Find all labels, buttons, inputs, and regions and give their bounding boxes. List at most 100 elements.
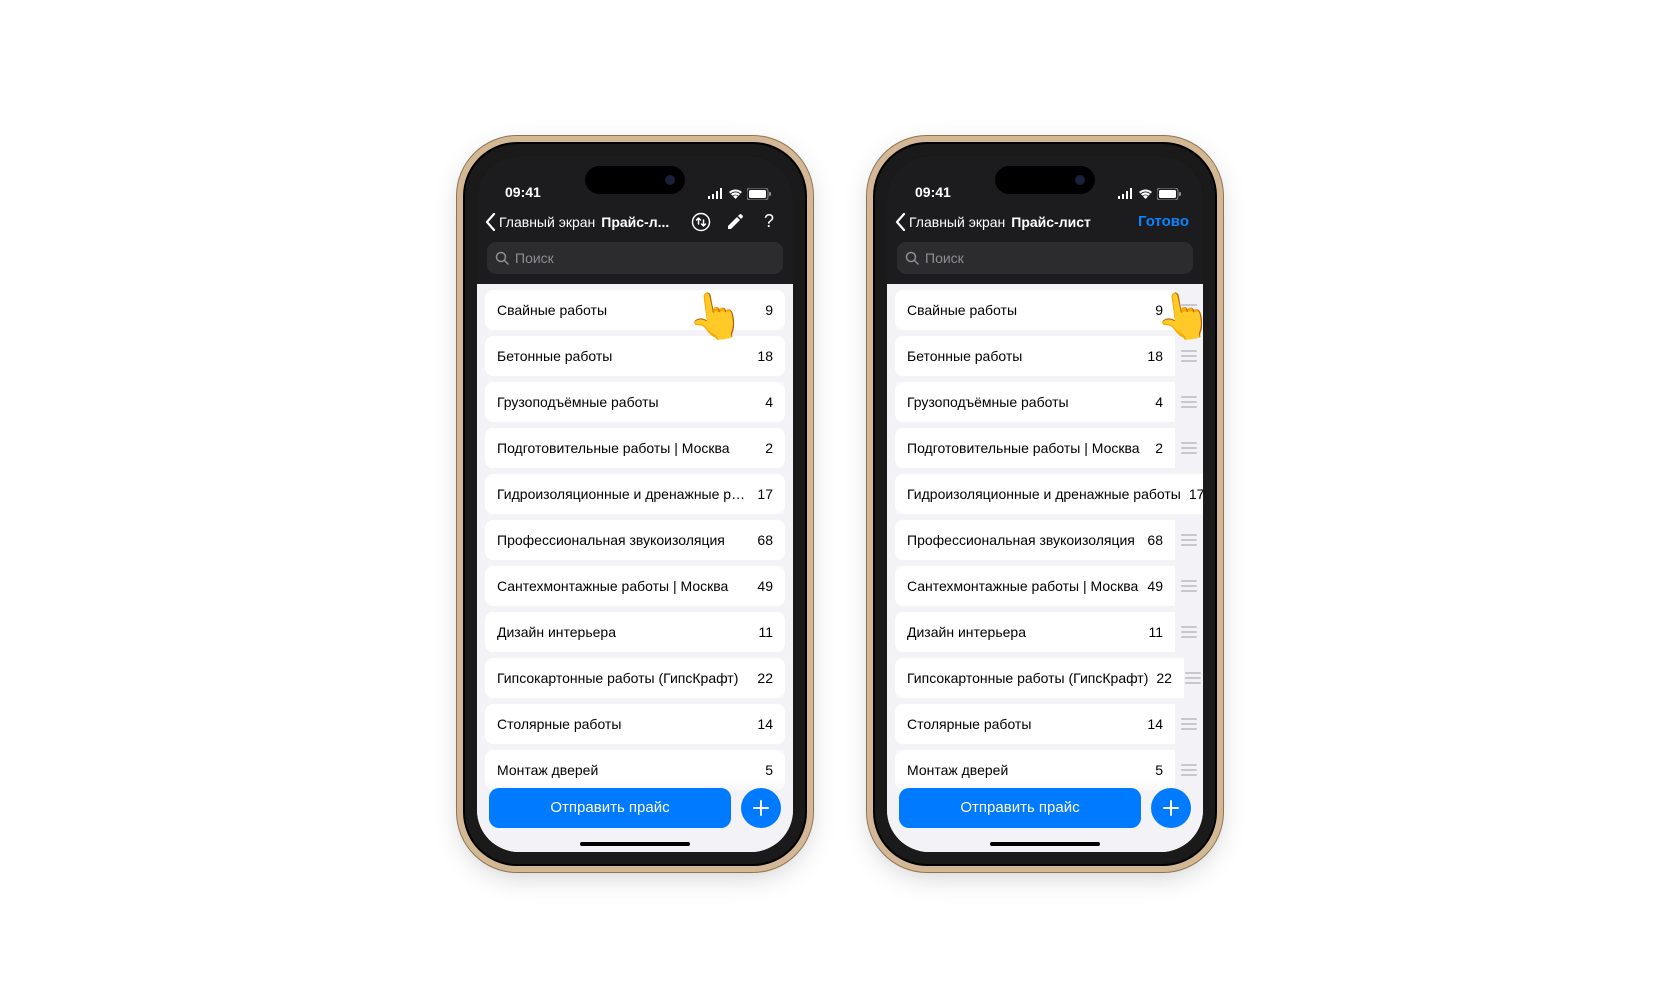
- back-button[interactable]: Главный экран: [485, 213, 595, 231]
- price-list: Свайные работы9 Бетонные работы18 Грузопод…: [887, 284, 1203, 852]
- wifi-icon: [728, 188, 743, 199]
- drag-handle[interactable]: [1175, 382, 1203, 422]
- list-item-label: Дизайн интерьера: [497, 624, 758, 640]
- search-placeholder: Поиск: [515, 250, 554, 266]
- content-area: Свайные работы9 Бетонные работы18 Грузопод…: [477, 284, 793, 852]
- list-item-count: 17: [1189, 486, 1203, 502]
- list-item-wrapper: Дизайн интерьера11: [895, 612, 1203, 652]
- list-item-count: 17: [757, 486, 773, 502]
- list-item-label: Свайные работы: [907, 302, 1155, 318]
- list-item[interactable]: Дизайн интерьера11: [895, 612, 1175, 652]
- list-item-label: Монтаж дверей: [497, 762, 765, 778]
- send-price-button[interactable]: Отправить прайс: [899, 788, 1141, 828]
- list-item-count: 14: [1147, 716, 1163, 732]
- search-input[interactable]: Поиск: [487, 242, 783, 274]
- list-item[interactable]: Столярные работы14: [895, 704, 1175, 744]
- list-item[interactable]: Гипсокартонные работы (ГипсКрафт)22: [895, 658, 1184, 698]
- navigation-bar: Главный экран Прайс-лист Готово: [887, 202, 1203, 242]
- list-item[interactable]: Свайные работы9: [485, 290, 785, 330]
- sort-icon: [691, 212, 711, 232]
- list-item-wrapper: Гипсокартонные работы (ГипсКрафт)22: [895, 658, 1203, 698]
- phone-mockup-left: 09:41 Главный экран Прайс-л... ?: [465, 144, 805, 864]
- send-price-button[interactable]: Отправить прайс: [489, 788, 731, 828]
- add-button[interactable]: [1151, 788, 1191, 828]
- list-item[interactable]: Бетонные работы18: [485, 336, 785, 376]
- drag-handle[interactable]: [1184, 658, 1203, 698]
- list-item[interactable]: Дизайн интерьера11: [485, 612, 785, 652]
- plus-icon: [1161, 798, 1181, 818]
- drag-handle[interactable]: [1175, 704, 1203, 744]
- drag-handle-icon: [1181, 304, 1197, 316]
- back-button[interactable]: Главный экран: [895, 213, 1005, 231]
- drag-handle-icon: [1181, 534, 1197, 546]
- list-item[interactable]: Гидроизоляционные и дренажные работы17: [485, 474, 785, 514]
- list-item-count: 11: [1148, 624, 1163, 640]
- home-indicator[interactable]: [990, 842, 1100, 846]
- pencil-icon: [726, 213, 744, 231]
- list-item-label: Гидроизоляционные и дренажные работы: [497, 486, 757, 502]
- list-item-count: 4: [1155, 394, 1163, 410]
- list-item-count: 11: [758, 624, 773, 640]
- drag-handle[interactable]: [1175, 428, 1203, 468]
- search-icon: [495, 251, 509, 265]
- search-input[interactable]: Поиск: [897, 242, 1193, 274]
- list-item[interactable]: Подготовительные работы | Москва2: [485, 428, 785, 468]
- list-item[interactable]: Сантехмонтажные работы | Москва49: [485, 566, 785, 606]
- list-item-label: Профессиональная звукоизоляция: [497, 532, 757, 548]
- list-item[interactable]: Гипсокартонные работы (ГипсКрафт)22: [485, 658, 785, 698]
- plus-icon: [751, 798, 771, 818]
- content-area: Свайные работы9 Бетонные работы18 Грузопод…: [887, 284, 1203, 852]
- edit-button[interactable]: [725, 212, 745, 232]
- help-button[interactable]: ?: [759, 212, 779, 232]
- page-title: Прайс-л...: [601, 214, 669, 230]
- home-indicator[interactable]: [580, 842, 690, 846]
- done-button[interactable]: Готово: [1138, 213, 1195, 230]
- bottom-toolbar: Отправить прайс: [887, 778, 1203, 852]
- sort-button[interactable]: [691, 212, 711, 232]
- drag-handle-icon: [1185, 672, 1201, 684]
- drag-handle[interactable]: [1175, 520, 1203, 560]
- list-item-label: Сантехмонтажные работы | Москва: [497, 578, 757, 594]
- drag-handle[interactable]: [1175, 290, 1203, 330]
- list-item-label: Подготовительные работы | Москва: [907, 440, 1155, 456]
- list-item[interactable]: Сантехмонтажные работы | Москва49: [895, 566, 1175, 606]
- list-item[interactable]: Грузоподъёмные работы4: [485, 382, 785, 422]
- list-item-wrapper: Гидроизоляционные и дренажные работы17: [895, 474, 1203, 514]
- list-item-wrapper: Бетонные работы18: [895, 336, 1203, 376]
- list-item-label: Гидроизоляционные и дренажные работы: [907, 486, 1189, 502]
- list-item-count: 5: [765, 762, 773, 778]
- list-item[interactable]: Профессиональная звукоизоляция68: [895, 520, 1175, 560]
- bottom-toolbar: Отправить прайс: [477, 778, 793, 852]
- page-title: Прайс-лист: [1011, 214, 1091, 230]
- list-item-label: Бетонные работы: [907, 348, 1147, 364]
- drag-handle-icon: [1181, 580, 1197, 592]
- list-item-count: 14: [757, 716, 773, 732]
- list-item-count: 9: [765, 302, 773, 318]
- list-item[interactable]: Бетонные работы18: [895, 336, 1175, 376]
- list-item-count: 2: [1155, 440, 1163, 456]
- list-item-count: 49: [757, 578, 773, 594]
- list-item[interactable]: Подготовительные работы | Москва2: [895, 428, 1175, 468]
- list-item-label: Подготовительные работы | Москва: [497, 440, 765, 456]
- drag-handle-icon: [1181, 626, 1197, 638]
- list-item[interactable]: Профессиональная звукоизоляция68: [485, 520, 785, 560]
- list-item-count: 49: [1147, 578, 1163, 594]
- list-item-count: 68: [1147, 532, 1163, 548]
- list-item-label: Столярные работы: [907, 716, 1147, 732]
- wifi-icon: [1138, 188, 1153, 199]
- drag-handle-icon: [1181, 396, 1197, 408]
- back-label: Главный экран: [499, 214, 595, 230]
- list-item-count: 18: [1147, 348, 1163, 364]
- drag-handle-icon: [1181, 718, 1197, 730]
- add-button[interactable]: [741, 788, 781, 828]
- list-item[interactable]: Свайные работы9: [895, 290, 1175, 330]
- list-item[interactable]: Грузоподъёмные работы4: [895, 382, 1175, 422]
- list-item-label: Бетонные работы: [497, 348, 757, 364]
- list-item[interactable]: Гидроизоляционные и дренажные работы17: [895, 474, 1203, 514]
- list-item-count: 9: [1155, 302, 1163, 318]
- list-item[interactable]: Столярные работы14: [485, 704, 785, 744]
- drag-handle[interactable]: [1175, 566, 1203, 606]
- list-item-label: Столярные работы: [497, 716, 757, 732]
- drag-handle[interactable]: [1175, 612, 1203, 652]
- drag-handle[interactable]: [1175, 336, 1203, 376]
